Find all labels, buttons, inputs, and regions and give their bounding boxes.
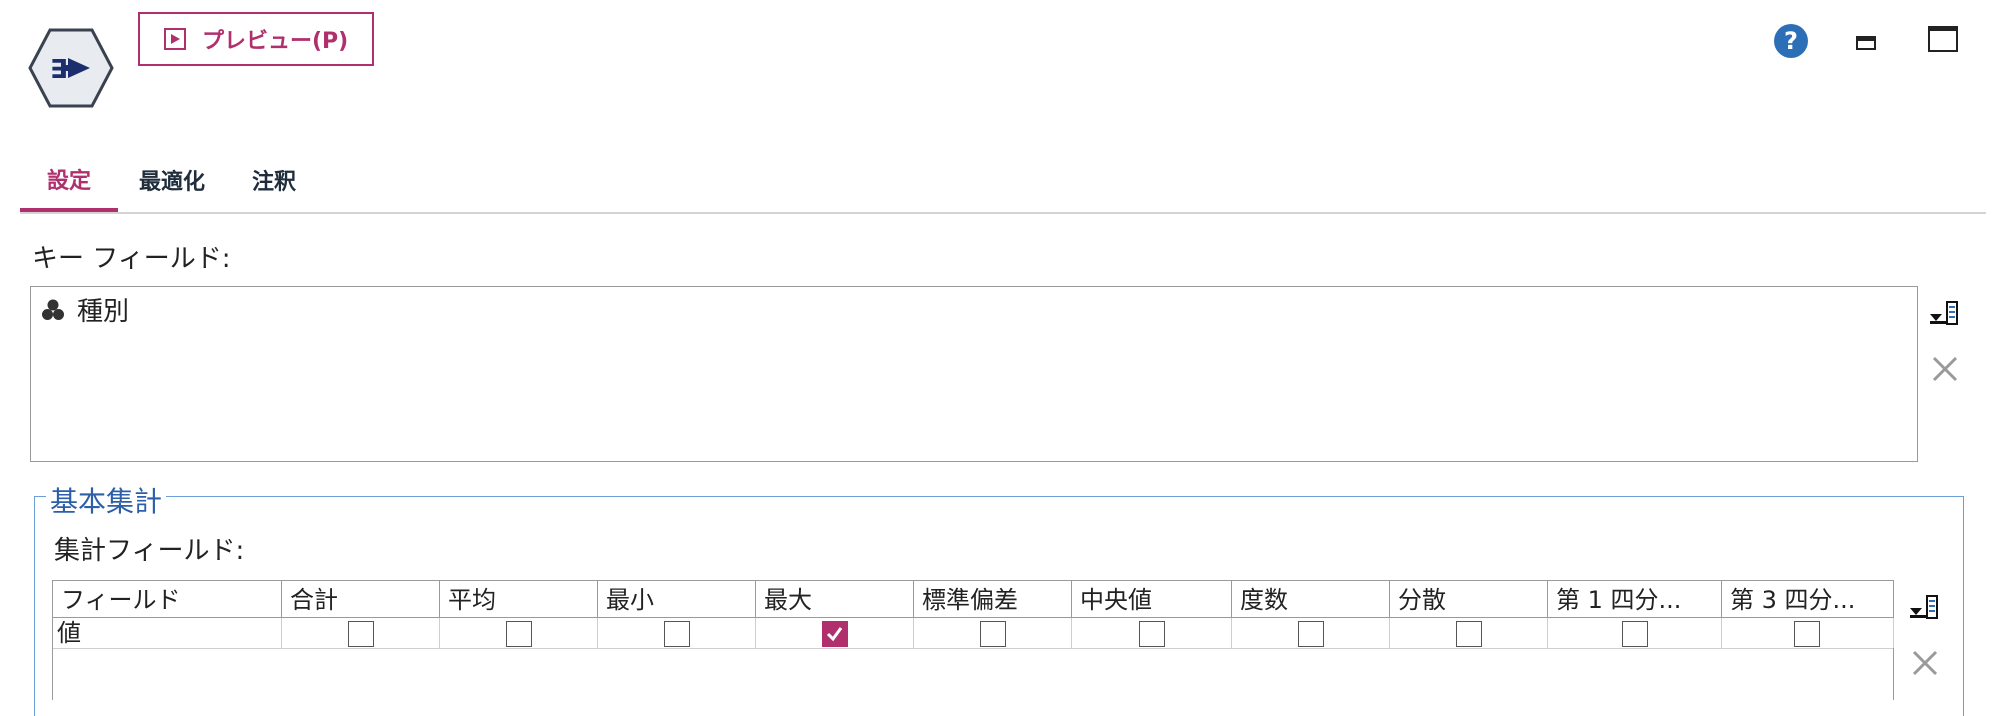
checkbox-stddev[interactable] [980, 621, 1006, 647]
play-icon [164, 28, 186, 50]
field-picker-icon[interactable] [1908, 590, 1942, 624]
checkbox-q1[interactable] [1622, 621, 1648, 647]
tab-optimization[interactable]: 最適化 [124, 150, 220, 210]
column-header-sum[interactable]: 合計 [282, 581, 440, 617]
column-header-median[interactable]: 中央値 [1072, 581, 1232, 617]
aggregate-fields-table[interactable]: フィールド 合計 平均 最小 最大 標準偏差 中央値 度数 分散 第 1 四分.… [52, 580, 1894, 700]
maximize-icon[interactable] [1928, 26, 1958, 52]
table-header: フィールド 合計 平均 最小 最大 標準偏差 中央値 度数 分散 第 1 四分.… [53, 581, 1894, 618]
column-header-max[interactable]: 最大 [756, 581, 914, 617]
key-fields-list[interactable]: 種別 [30, 286, 1918, 462]
column-header-count[interactable]: 度数 [1232, 581, 1390, 617]
key-field-name: 種別 [77, 297, 130, 327]
set-icon [42, 299, 64, 320]
field-name-cell: 値 [53, 618, 282, 648]
column-header-q1[interactable]: 第 1 四分... [1548, 581, 1722, 617]
aggregate-node-icon: ∃ [28, 28, 114, 108]
table-row[interactable]: 値 [53, 618, 1894, 649]
basic-summary-title: 基本集計 [46, 480, 167, 520]
checkbox-min[interactable] [664, 621, 690, 647]
preview-button-label: プレビュー(P) [202, 29, 349, 54]
checkbox-max[interactable] [822, 621, 848, 647]
tab-annotation[interactable]: 注釈 [226, 150, 322, 210]
key-fields-label: キー フィールド: [32, 244, 231, 274]
list-item[interactable]: 種別 [41, 291, 129, 328]
help-icon[interactable]: ? [1774, 24, 1808, 58]
minimize-icon[interactable] [1856, 36, 1876, 50]
delete-icon[interactable] [1910, 648, 1940, 678]
tab-settings[interactable]: 設定 [20, 150, 118, 212]
column-header-min[interactable]: 最小 [598, 581, 756, 617]
checkbox-mean[interactable] [506, 621, 532, 647]
column-header-stddev[interactable]: 標準偏差 [914, 581, 1072, 617]
field-picker-icon[interactable] [1928, 296, 1962, 330]
delete-icon[interactable] [1930, 354, 1960, 384]
column-header-q3[interactable]: 第 3 四分... [1722, 581, 1894, 617]
tab-bar: 設定 最適化 注釈 [20, 150, 1986, 214]
checkbox-count[interactable] [1298, 621, 1324, 647]
checkbox-sum[interactable] [348, 621, 374, 647]
checkbox-variance[interactable] [1456, 621, 1482, 647]
column-header-variance[interactable]: 分散 [1390, 581, 1548, 617]
preview-button[interactable]: プレビュー(P) [138, 12, 374, 66]
aggregate-fields-label: 集計フィールド: [54, 536, 245, 566]
column-header-field[interactable]: フィールド [53, 581, 282, 617]
checkbox-median[interactable] [1139, 621, 1165, 647]
checkbox-q3[interactable] [1794, 621, 1820, 647]
column-header-mean[interactable]: 平均 [440, 581, 598, 617]
